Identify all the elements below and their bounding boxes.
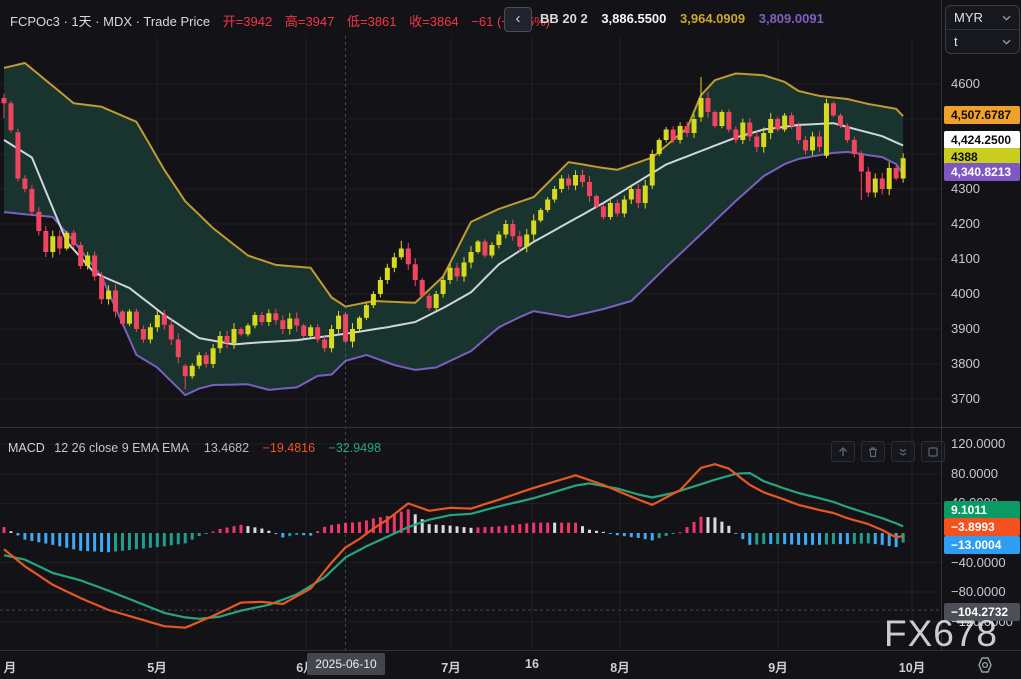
price-tick: 3800 xyxy=(951,356,980,372)
maximize-pane-button[interactable] xyxy=(921,441,945,462)
chevron-left-icon: ‹ xyxy=(516,10,521,27)
symbol-legend: FCPOc3 · 1天 · MDX · Trade Price 开=3942 高… xyxy=(10,11,550,30)
macd-tick: −80.0000 xyxy=(951,584,1006,600)
axis-badge: −3.8993 xyxy=(944,518,1020,536)
axis-badge: 4,340.8213 xyxy=(944,163,1020,181)
chart-root: FCPOc3 · 1天 · MDX · Trade Price 开=3942 高… xyxy=(0,0,1021,678)
bb-upper-value: 3,964.0909 xyxy=(680,11,745,26)
axis-unit-selector: MYR t xyxy=(945,5,1020,54)
ohlc-high: 高=3947 xyxy=(285,14,335,29)
bb-basis-value: 3,886.5500 xyxy=(601,11,666,26)
time-axis[interactable]: 月5月6月7月168月9月10月 2025-06-10 xyxy=(0,650,1021,679)
currency-dropdown[interactable]: MYR xyxy=(946,6,1019,29)
bb-indicator-legend[interactable]: BB 20 2 3,886.5500 3,964.0909 3,809.0091 xyxy=(540,11,824,26)
macd-tick: 80.0000 xyxy=(951,466,998,482)
price-tick: 4000 xyxy=(951,286,980,302)
delete-indicator-button[interactable] xyxy=(861,441,885,462)
macd-tick: 120.0000 xyxy=(951,436,1005,452)
price-tick: 4100 xyxy=(951,251,980,267)
time-tick: 月 xyxy=(4,657,17,676)
price-tick: 4600 xyxy=(951,76,980,92)
currency-label: MYR xyxy=(954,10,983,25)
move-pane-up-button[interactable] xyxy=(831,441,855,462)
chevron-down-icon xyxy=(1002,39,1011,45)
macd-title: MACD xyxy=(8,441,45,455)
price-axis[interactable]: MYR t 4600 4300 4200 4100 4000 3900 3800 3700 1… xyxy=(941,0,1021,650)
macd-params: 12 26 close 9 EMA EMA xyxy=(54,441,188,455)
time-tick: 5月 xyxy=(147,657,166,676)
trash-icon xyxy=(867,446,879,458)
collapse-pane-button[interactable] xyxy=(891,441,915,462)
legend-collapse-button[interactable]: ‹ xyxy=(504,7,532,32)
macd-pane-toolbar xyxy=(831,441,945,462)
crosshair-date-badge: 2025-06-10 xyxy=(307,653,385,675)
bb-lower-value: 3,809.0091 xyxy=(759,11,824,26)
price-tick: 4300 xyxy=(951,181,980,197)
axis-badge: 9.1011 xyxy=(944,501,1020,519)
time-tick: 7月 xyxy=(441,657,460,676)
macd-signal-value: −32.9498 xyxy=(329,441,381,455)
unit-label: t xyxy=(954,34,958,49)
pane-separator[interactable] xyxy=(0,427,1021,428)
macd-tick: −40.0000 xyxy=(951,555,1006,571)
macd-hist-value: 13.4682 xyxy=(204,441,249,455)
chevron-down-icon xyxy=(1002,15,1011,21)
arrow-up-icon xyxy=(837,446,849,458)
macd-indicator-legend[interactable]: MACD 12 26 close 9 EMA EMA 13.4682 −19.4… xyxy=(8,441,381,455)
price-tick: 3700 xyxy=(951,391,980,407)
axis-badge: −13.0004 xyxy=(944,536,1020,554)
bb-title: BB 20 2 xyxy=(540,11,588,26)
time-tick: 10月 xyxy=(899,657,925,676)
maximize-icon xyxy=(927,446,939,458)
chart-canvas[interactable] xyxy=(0,36,941,650)
axis-badge: 4,507.6787 xyxy=(944,106,1020,124)
double-chevron-icon xyxy=(897,446,909,458)
axis-badge: 4,424.2500 xyxy=(944,131,1020,149)
time-tick: 16 xyxy=(525,657,539,671)
axis-settings-gear-icon[interactable] xyxy=(974,656,996,674)
macd-line-value: −19.4816 xyxy=(263,441,315,455)
price-tick: 4200 xyxy=(951,216,980,232)
axis-badge: −104.2732 xyxy=(944,603,1020,621)
ohlc-close: 收=3864 xyxy=(409,14,459,29)
unit-dropdown[interactable]: t xyxy=(946,29,1019,53)
time-tick: 9月 xyxy=(768,657,787,676)
time-tick: 8月 xyxy=(610,657,629,676)
price-tick: 3900 xyxy=(951,321,980,337)
symbol-title[interactable]: FCPOc3 · 1天 · MDX · Trade Price xyxy=(10,14,210,29)
ohlc-open: 开=3942 xyxy=(223,14,273,29)
ohlc-low: 低=3861 xyxy=(347,14,397,29)
